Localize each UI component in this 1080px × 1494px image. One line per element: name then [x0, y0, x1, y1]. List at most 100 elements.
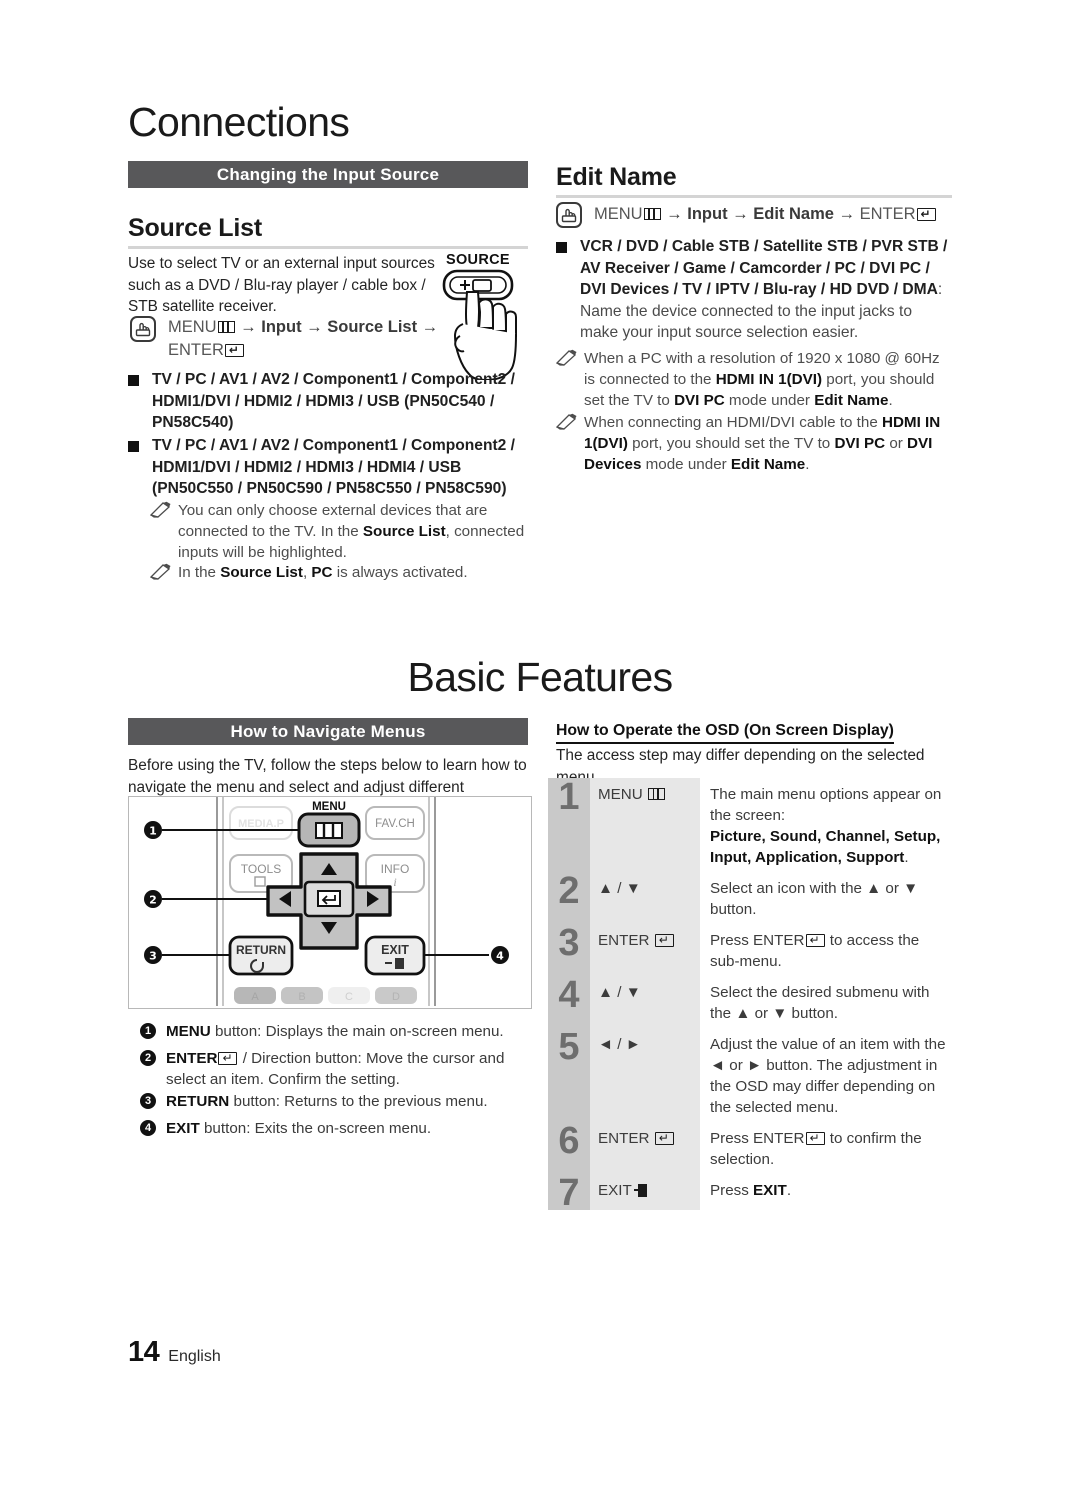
enter-icon: [218, 1052, 238, 1065]
heading-edit-name: Edit Name: [556, 163, 677, 191]
bullet-text: VCR / DVD / Cable STB / Satellite STB / …: [580, 238, 948, 342]
note-item: When connecting an HDMI/DVI cable to the…: [556, 412, 952, 475]
osd-step-row: 5 ◄ / ► Adjust the value of an item with…: [548, 1028, 952, 1122]
note-text: In the Source List, PC is always activat…: [178, 564, 468, 581]
page-footer: 14 English: [128, 1336, 221, 1369]
pencil-note-icon: [150, 563, 171, 580]
note-item: In the Source List, PC is always activat…: [150, 562, 530, 583]
chapter-title-connections: Connections: [128, 99, 350, 145]
heading-rule: [556, 195, 952, 198]
remote-callout-3: 3: [149, 950, 157, 963]
remote-legend-item: 4 EXIT button: Exits the on-screen menu.: [140, 1118, 536, 1139]
legend-text: EXIT button: Exits the on-screen menu.: [166, 1120, 432, 1137]
remote-callout-2: 2: [149, 894, 157, 907]
bullet-square-icon: [556, 242, 567, 253]
enter-icon: [805, 1132, 825, 1145]
legend-text: ENTER / Direction button: Move the curso…: [166, 1050, 505, 1088]
remote-callout-1: 1: [149, 825, 157, 838]
menu-path-enter-label: ENTER: [168, 341, 224, 359]
remote-control-diagram: MEDIA.P MENU FAV.CH TOOLS INFO i RETURN …: [128, 796, 532, 1009]
enter-icon: [805, 934, 825, 947]
legend-number-badge: 3: [140, 1093, 156, 1109]
legend-number-badge: 1: [140, 1023, 156, 1039]
osd-step-button: MENU: [590, 778, 700, 872]
section-band-changing-input-source: Changing the Input Source: [128, 161, 528, 188]
legend-text: RETURN button: Returns to the previous m…: [166, 1093, 488, 1110]
osd-step-number: 6: [548, 1122, 590, 1174]
osd-step-number: 3: [548, 924, 590, 976]
svg-text:D: D: [392, 991, 400, 1003]
bullet-square-icon: [128, 375, 139, 386]
enter-icon: [224, 344, 244, 357]
menu-path-enter-label: ENTER: [859, 205, 916, 223]
svg-text:i: i: [393, 875, 396, 889]
svg-text:MEDIA.P: MEDIA.P: [238, 818, 284, 830]
svg-text:C: C: [345, 991, 353, 1003]
remote-legend-item: 3 RETURN button: Returns to the previous…: [140, 1091, 536, 1112]
osd-step-description: Press ENTER to confirm the selection.: [700, 1122, 952, 1174]
remote-favch-label: FAV.CH: [375, 818, 415, 830]
remote-callout-4: 4: [496, 950, 504, 963]
remote-legend-item: 1 MENU button: Displays the main on-scre…: [140, 1021, 536, 1042]
source-button-label: SOURCE: [446, 252, 510, 268]
page-language: English: [168, 1348, 221, 1365]
enter-icon: [654, 1132, 674, 1145]
osd-step-button: ▲ / ▼: [590, 976, 700, 1028]
osd-step-row: 2 ▲ / ▼ Select an icon with the ▲ or ▼ b…: [548, 872, 952, 924]
legend-number-badge: 2: [140, 1050, 156, 1066]
osd-step-button: ENTER: [590, 1122, 700, 1174]
remote-tools-label: TOOLS: [241, 862, 281, 876]
osd-step-button: ◄ / ►: [590, 1028, 700, 1122]
osd-step-number: 2: [548, 872, 590, 924]
svg-text:B: B: [298, 991, 305, 1003]
note-item: When a PC with a resolution of 1920 x 10…: [556, 348, 952, 411]
osd-step-row: 1 MENU The main menu options appear on t…: [548, 778, 952, 872]
remote-control-svg: MEDIA.P MENU FAV.CH TOOLS INFO i RETURN …: [144, 797, 509, 1006]
menu-path-hand-icon: [556, 202, 582, 228]
heading-rule: [128, 246, 528, 249]
osd-step-number: 5: [548, 1028, 590, 1122]
osd-step-number: 7: [548, 1174, 590, 1212]
exit-icon: [633, 1184, 647, 1197]
pencil-note-icon: [556, 413, 577, 430]
enter-icon: [916, 208, 936, 221]
osd-step-button: ▲ / ▼: [590, 872, 700, 924]
enter-icon: [654, 934, 674, 947]
menu-path-edit-name: MENU → Input → Edit Name → ENTER: [594, 203, 954, 226]
osd-step-description: Adjust the value of an item with the ◄ o…: [700, 1028, 952, 1122]
heading-source-list: Source List: [128, 214, 262, 242]
manual-page: Connections Changing the Input Source So…: [0, 0, 1080, 1494]
svg-text:A: A: [251, 991, 259, 1003]
note-text: When a PC with a resolution of 1920 x 10…: [584, 350, 940, 409]
edit-name-bullet-item: VCR / DVD / Cable STB / Satellite STB / …: [556, 236, 952, 344]
note-text: You can only choose external devices tha…: [178, 502, 525, 561]
osd-step-number: 4: [548, 976, 590, 1028]
osd-step-row: 6 ENTER Press ENTER to confirm the selec…: [548, 1122, 952, 1174]
menu-path-menu-label: MENU: [168, 318, 217, 336]
osd-step-row: 7 EXIT Press EXIT.: [548, 1174, 952, 1212]
menu-icon: [217, 321, 235, 333]
note-item: You can only choose external devices tha…: [150, 500, 530, 563]
osd-step-button: EXIT: [590, 1174, 700, 1210]
menu-path-menu-label: MENU: [594, 205, 643, 223]
menu-path-source-list: MENU → Input → Source List → ENTER: [168, 316, 518, 362]
menu-path-middle: → Input → Source List →: [235, 318, 439, 336]
osd-steps-table: 1 MENU The main menu options appear on t…: [548, 778, 952, 1212]
osd-heading: How to Operate the OSD (On Screen Displa…: [556, 722, 894, 744]
osd-step-row: 3 ENTER Press ENTER to access the sub-me…: [548, 924, 952, 976]
osd-step-number: 1: [548, 778, 590, 872]
bullet-square-icon: [128, 441, 139, 452]
remote-legend-item: 2 ENTER / Direction button: Move the cur…: [140, 1048, 536, 1090]
chapter-title-basic-features: Basic Features: [407, 654, 673, 700]
pencil-note-icon: [556, 349, 577, 366]
remote-exit-label: EXIT: [381, 943, 409, 957]
source-list-intro-text: Use to select TV or an external input so…: [128, 255, 435, 315]
source-list-bullet-item: TV / PC / AV1 / AV2 / Component1 / Compo…: [128, 369, 528, 434]
page-number: 14: [128, 1336, 160, 1368]
legend-text: MENU button: Displays the main on-screen…: [166, 1023, 504, 1040]
osd-step-description: Press ENTER to access the sub-menu.: [700, 924, 952, 976]
legend-number-badge: 4: [140, 1120, 156, 1136]
remote-menu-label: MENU: [312, 801, 346, 813]
note-text: When connecting an HDMI/DVI cable to the…: [584, 414, 941, 473]
source-list-bullet-item: TV / PC / AV1 / AV2 / Component1 / Compo…: [128, 435, 528, 500]
